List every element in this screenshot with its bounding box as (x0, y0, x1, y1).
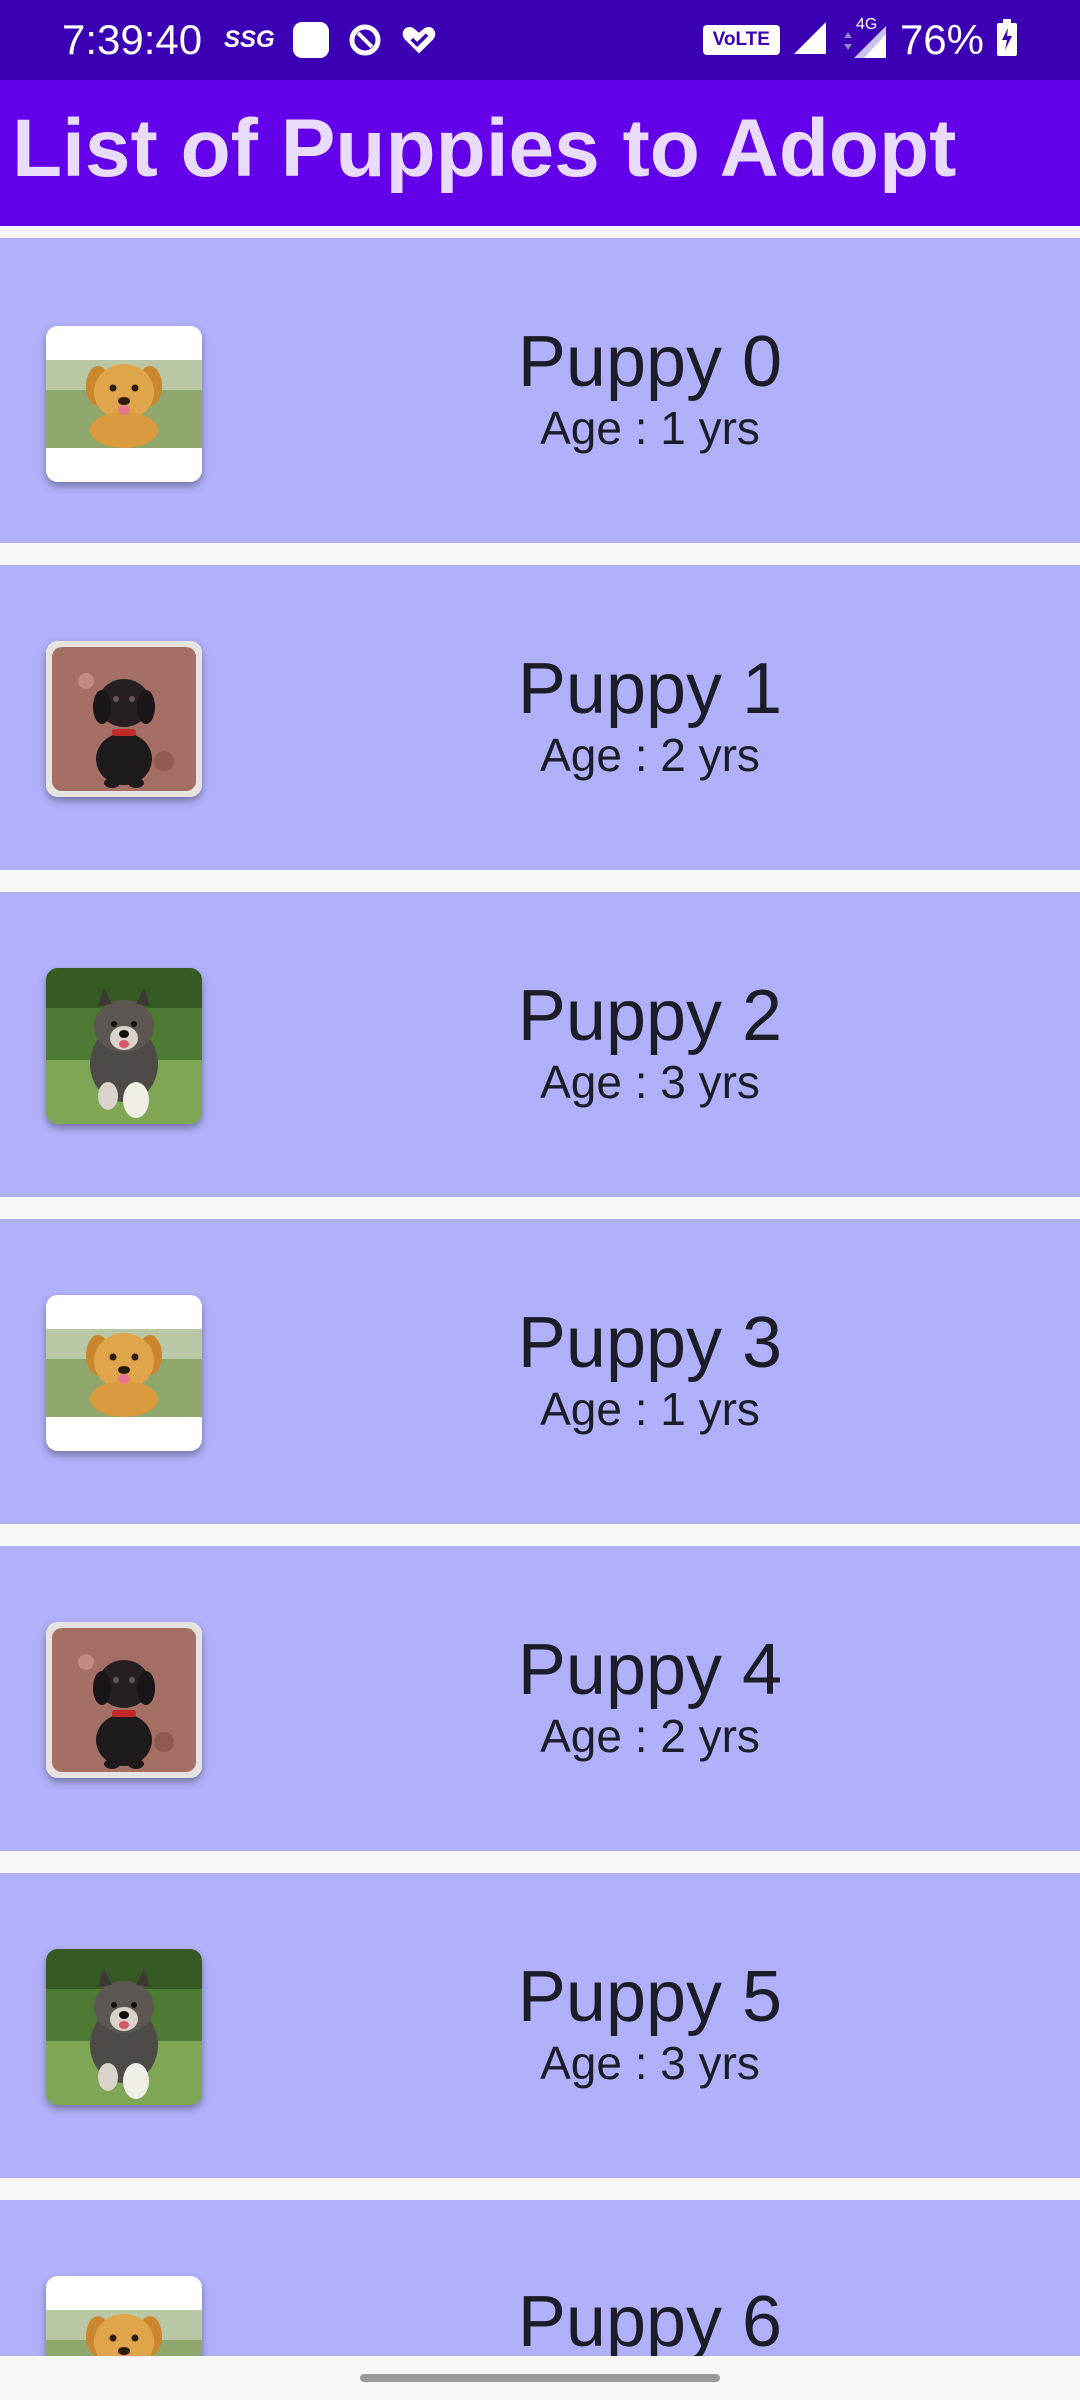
puppy-image-golden (46, 2276, 202, 2356)
puppy-card[interactable]: Puppy 3 Age : 1 yrs (0, 1219, 1080, 1524)
puppy-image-golden (46, 1295, 202, 1451)
app-square-icon (292, 22, 329, 58)
puppy-card[interactable]: Puppy 4 Age : 2 yrs (0, 1546, 1080, 1851)
puppy-image-black-lab (46, 1622, 202, 1778)
ssg-indicator: SSG (224, 26, 275, 53)
status-time: 7:39:40 (62, 16, 203, 63)
puppy-card[interactable]: Puppy 6 (0, 2200, 1080, 2356)
app-bar: List of Puppies to Adopt (0, 80, 1080, 226)
puppy-name: Puppy 3 (517, 1303, 783, 1383)
data-saver-icon (347, 22, 383, 58)
puppy-age: Age : 3 yrs (540, 2037, 760, 2089)
puppy-name: Puppy 1 (517, 649, 783, 729)
puppy-name: Puppy 2 (517, 976, 783, 1056)
page-title: List of Puppies to Adopt (12, 103, 957, 194)
status-notification-icons: SSG (224, 22, 437, 58)
puppy-age: Age : 2 yrs (540, 729, 760, 781)
battery-percent: 76% (899, 16, 984, 63)
home-gesture-handle[interactable] (360, 2374, 720, 2382)
puppy-image-fluffy (46, 968, 202, 1124)
puppy-list[interactable]: Puppy 0 Age : 1 yrs Puppy 1 Age : 2 yrs (0, 226, 1080, 2356)
battery-icon (996, 18, 1018, 62)
puppy-age: Age : 3 yrs (540, 1056, 760, 1108)
heart-check-icon (401, 22, 437, 58)
signal-4g-icon: 4G (840, 16, 888, 60)
puppy-card[interactable]: Puppy 2 Age : 3 yrs (0, 892, 1080, 1197)
network-type-label: 4G (855, 16, 878, 33)
puppy-age: Age : 1 yrs (540, 1383, 760, 1435)
puppy-image-black-lab (46, 641, 202, 797)
puppy-card[interactable]: Puppy 0 Age : 1 yrs (0, 238, 1080, 543)
puppy-name: Puppy 6 (517, 2282, 783, 2356)
puppy-image-fluffy (46, 1949, 202, 2105)
puppy-name: Puppy 4 (517, 1630, 783, 1710)
puppy-name: Puppy 5 (517, 1957, 783, 2037)
puppy-image-golden (46, 326, 202, 482)
volte-badge: VoLTE (702, 25, 780, 55)
puppy-age: Age : 1 yrs (540, 402, 760, 454)
puppy-age: Age : 2 yrs (540, 1710, 760, 1762)
status-bar: 7:39:40 SSG VoLTE 4G 76% (0, 0, 1080, 80)
puppy-name: Puppy 0 (517, 322, 783, 402)
puppy-card[interactable]: Puppy 5 Age : 3 yrs (0, 1873, 1080, 2178)
gesture-nav-bar (0, 2356, 1080, 2400)
puppy-card[interactable]: Puppy 1 Age : 2 yrs (0, 565, 1080, 870)
status-system-icons: VoLTE 4G 76% (702, 14, 1018, 66)
signal-icon (792, 20, 828, 61)
